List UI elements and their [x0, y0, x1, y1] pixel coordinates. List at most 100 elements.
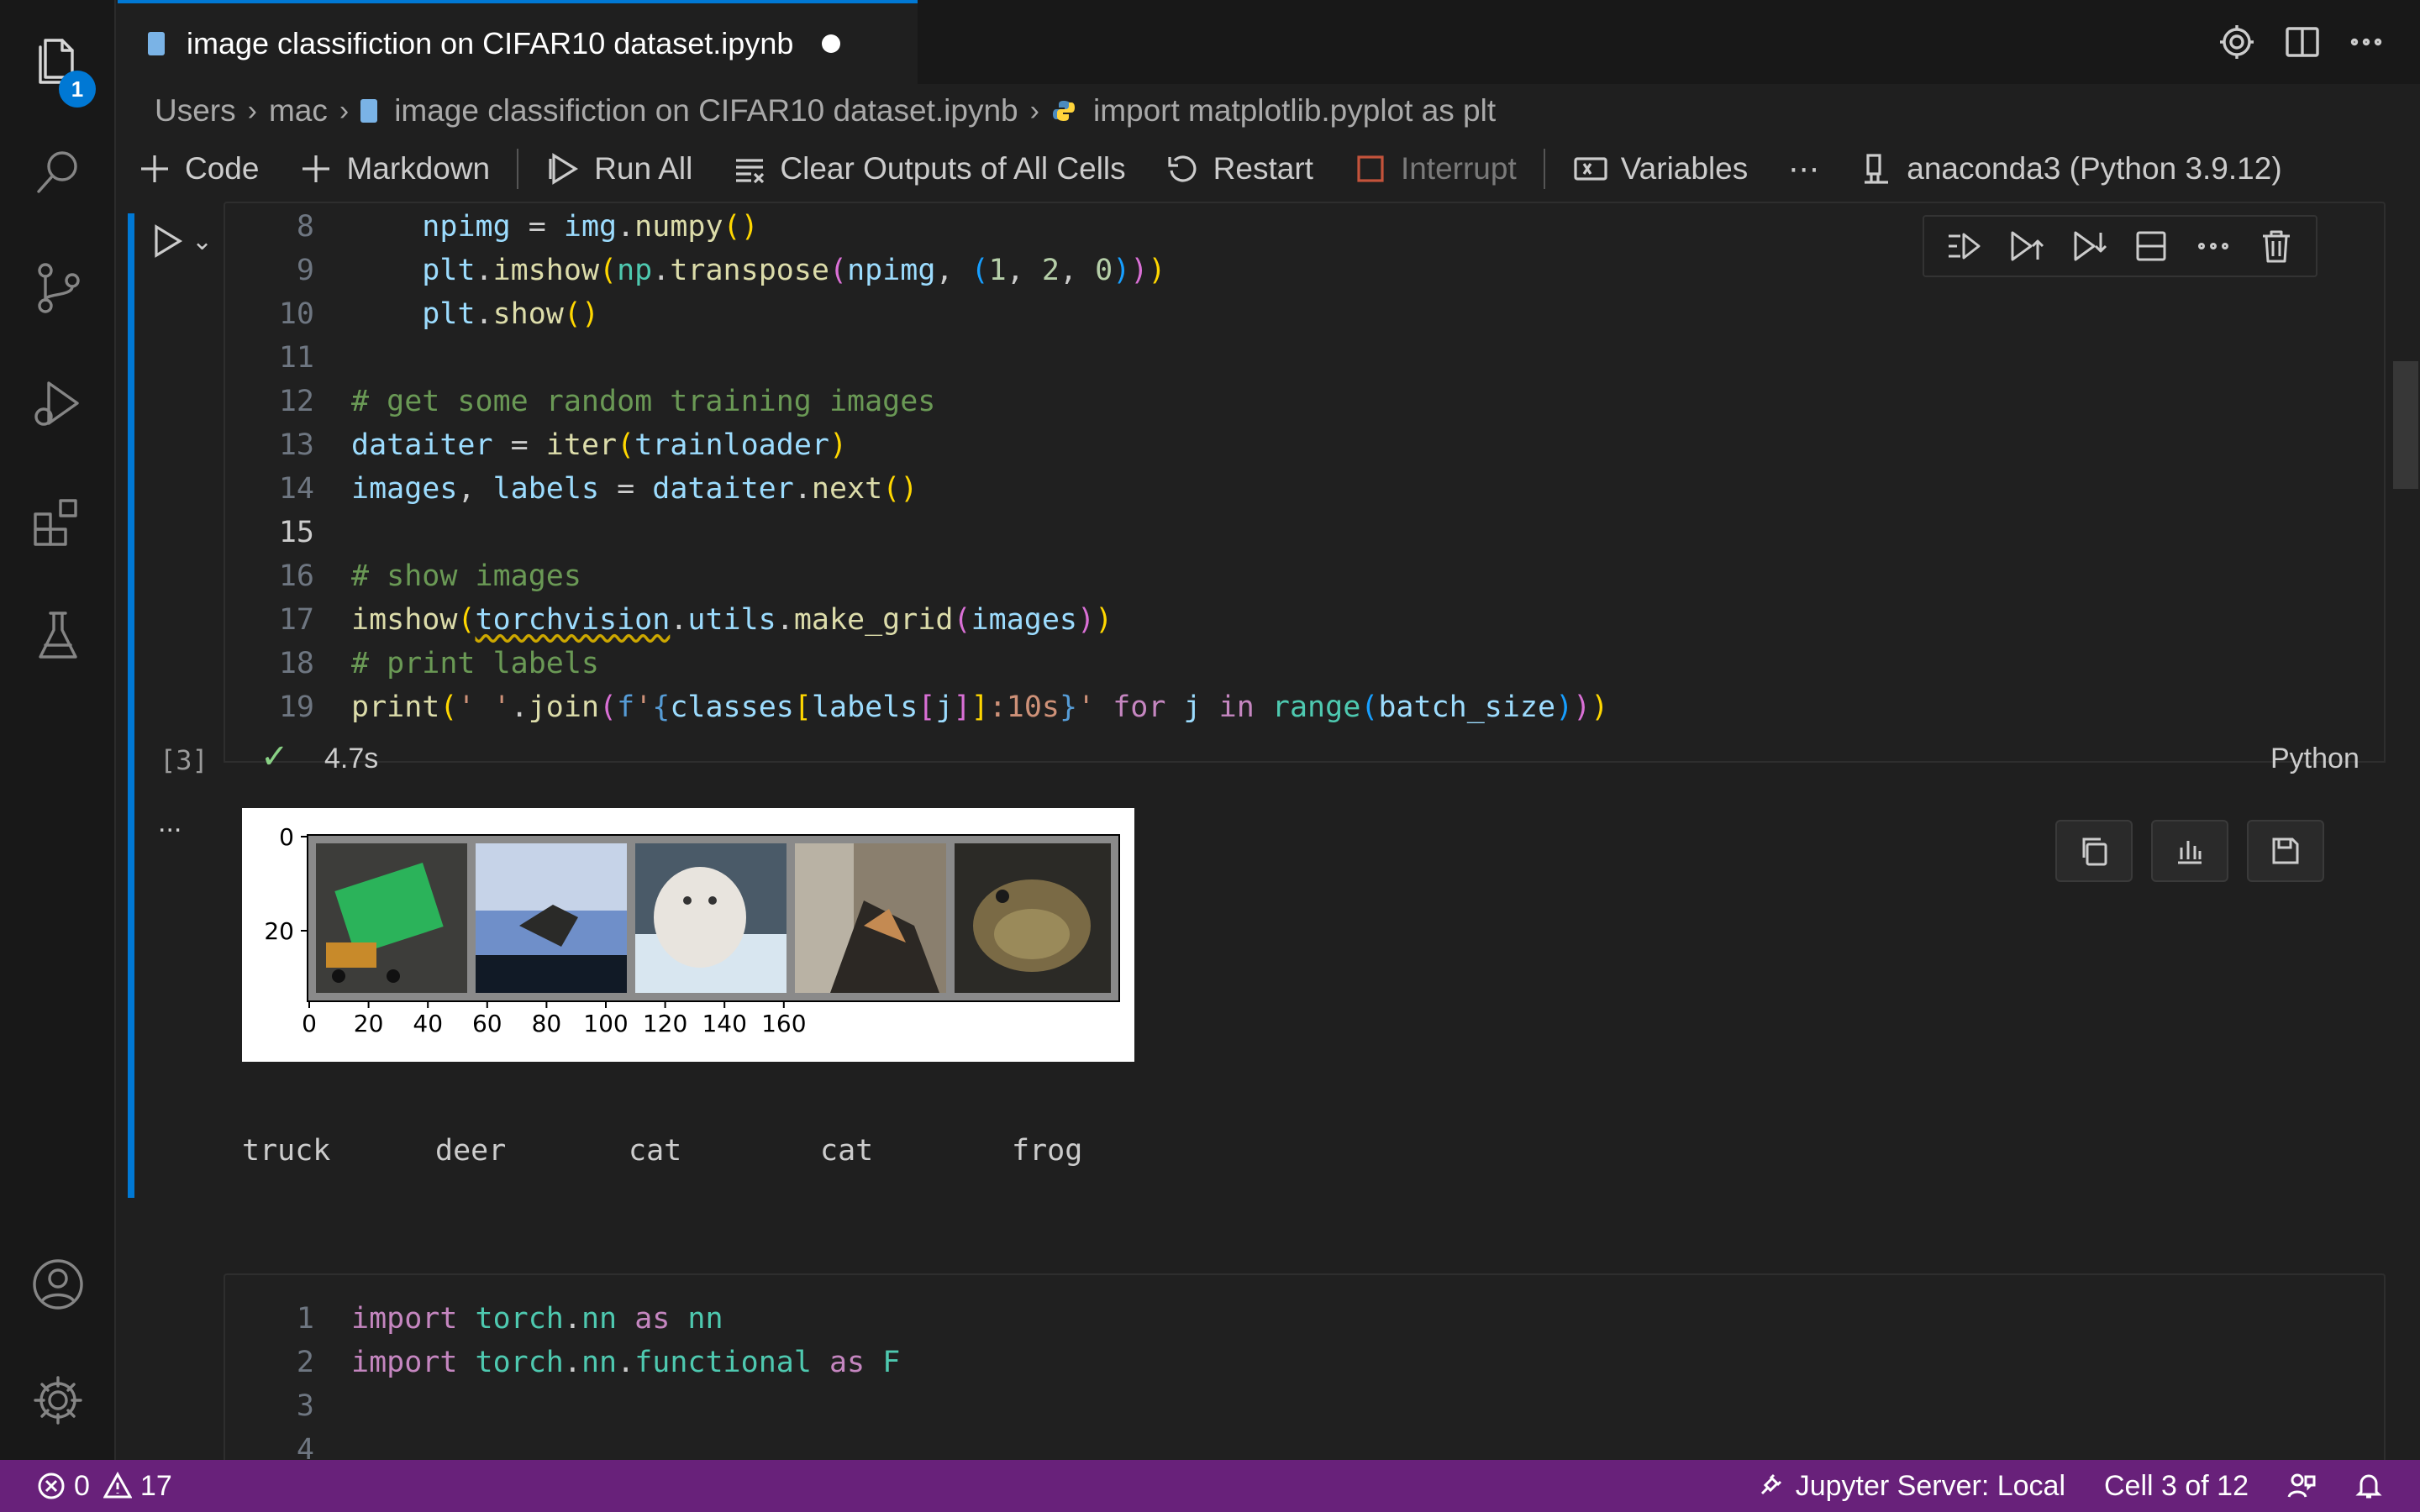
execute-above-button[interactable] — [1942, 224, 1986, 268]
run-all-button[interactable]: Run All — [547, 151, 692, 186]
activity-bar: 1 — [0, 0, 116, 1460]
feedback-button[interactable] — [2287, 1472, 2316, 1500]
chevron-down-icon[interactable]: ⌄ — [192, 227, 213, 256]
run-cell-button[interactable] — [150, 223, 185, 263]
notebook-editor: ⌄ 8 npimg = img.numpy() 9 plt.imshow(np.… — [118, 202, 2386, 1460]
line-number: 18 — [278, 647, 314, 680]
x-tick-label: 40 — [413, 1010, 443, 1037]
testing-flask-icon[interactable] — [0, 590, 116, 682]
python-icon — [1052, 101, 1075, 121]
play-icon — [155, 224, 183, 258]
run-all-icon — [549, 153, 579, 185]
chevron-right-icon: › — [247, 94, 257, 127]
unsaved-dot-icon[interactable] — [822, 34, 841, 53]
jupyter-server-label: Jupyter Server: Local — [1795, 1469, 2065, 1502]
restart-icon — [1168, 155, 1197, 182]
notebook-file-icon — [148, 32, 165, 55]
editor-scrollbar[interactable] — [2393, 361, 2418, 489]
notifications-button[interactable] — [2354, 1472, 2383, 1500]
copy-icon — [2082, 837, 2107, 866]
error-count: 0 — [74, 1469, 90, 1502]
breadcrumb-item-notebook[interactable]: image classifiction on CIFAR10 dataset.i… — [394, 93, 1018, 129]
tab-title: image classifiction on CIFAR10 dataset.i… — [187, 26, 794, 60]
settings-gear-icon[interactable] — [0, 1354, 116, 1446]
run-above-icon — [1949, 233, 1981, 260]
cell-position[interactable]: Cell 3 of 12 — [2104, 1470, 2249, 1503]
run-below-button[interactable] — [2067, 224, 2111, 268]
clear-outputs-button[interactable]: Clear Outputs of All Cells — [733, 151, 1126, 186]
run-all-label: Run All — [594, 151, 693, 186]
line-number: 10 — [278, 297, 314, 331]
tab-bar: image classifiction on CIFAR10 dataset.i… — [118, 0, 2420, 84]
cell-language-label[interactable]: Python — [2270, 743, 2360, 775]
notebook-tab[interactable]: image classifiction on CIFAR10 dataset.i… — [118, 0, 918, 84]
extensions-icon[interactable] — [0, 474, 116, 566]
notebook-file-icon — [360, 99, 378, 123]
line-number: 19 — [278, 690, 314, 724]
image-cat-1 — [635, 843, 786, 993]
chevron-right-icon: › — [339, 94, 350, 127]
add-markdown-label: Markdown — [346, 151, 491, 186]
breadcrumb-item-users[interactable]: Users — [155, 93, 236, 129]
output-label-text: cat — [820, 1134, 874, 1168]
line-number: 12 — [278, 385, 314, 418]
error-icon — [38, 1473, 65, 1499]
output-more-icon[interactable]: ... — [158, 806, 182, 839]
interrupt-label: Interrupt — [1400, 151, 1517, 186]
x-tick-label: 140 — [702, 1010, 746, 1037]
interrupt-button[interactable]: Interrupt — [1354, 151, 1517, 186]
warning-icon — [103, 1472, 132, 1499]
more-cell-actions-button[interactable] — [2191, 224, 2235, 268]
delete-cell-button[interactable] — [2254, 224, 2298, 268]
kernel-picker[interactable]: anaconda3 (Python 3.9.12) — [1860, 151, 2282, 186]
explorer-icon[interactable]: 1 — [0, 12, 116, 108]
source-control-icon[interactable] — [0, 242, 116, 334]
code-cell-editor-lower[interactable]: 16 # show images 17 imshow(torchvision.uti… — [224, 553, 2386, 763]
breadcrumb-item-mac[interactable]: mac — [269, 93, 328, 129]
image-deer — [476, 843, 627, 993]
account-icon[interactable] — [0, 1238, 116, 1331]
line-number: 14 — [278, 472, 314, 506]
x-tick-label: 100 — [583, 1010, 628, 1037]
restart-label: Restart — [1213, 151, 1313, 186]
open-plot-viewer-button[interactable] — [2151, 820, 2228, 882]
add-code-cell-button[interactable]: Code — [138, 151, 259, 186]
y-tick-label: 20 — [264, 917, 294, 945]
kernel-icon — [1865, 154, 1889, 184]
plus-icon — [302, 155, 330, 182]
warning-count: 17 — [139, 1469, 172, 1502]
x-tick-label: 120 — [643, 1010, 687, 1037]
run-above-button[interactable] — [2004, 224, 2048, 268]
split-cell-button[interactable] — [2129, 224, 2173, 268]
add-markdown-cell-button[interactable]: Markdown — [299, 151, 490, 186]
line-number: 13 — [278, 428, 314, 462]
chevron-right-icon: › — [1029, 94, 1039, 127]
variables-button[interactable]: Variables — [1574, 151, 1748, 186]
toolbar-divider — [1543, 149, 1545, 189]
output-label-text: truck — [242, 1134, 331, 1168]
line-number: 17 — [278, 603, 314, 637]
run-below-arrow-icon — [2074, 231, 2107, 261]
cell-focus-indicator — [128, 213, 134, 1198]
search-icon[interactable] — [0, 126, 116, 218]
save-icon — [2272, 837, 2299, 864]
bell-icon — [2355, 1474, 2382, 1499]
execution-time: 4.7s — [324, 743, 379, 774]
line-number: 2 — [296, 1346, 314, 1379]
code-cell-editor[interactable]: 1 import torch.nn as nn 2 import torch.nn.… — [224, 1273, 2386, 1460]
more-actions-icon[interactable] — [2343, 18, 2390, 66]
copy-output-button[interactable] — [2055, 820, 2133, 882]
restart-button[interactable]: Restart — [1166, 151, 1313, 186]
save-output-button[interactable] — [2247, 820, 2324, 882]
breadcrumb: Users › mac › image classifiction on CIF… — [155, 87, 1496, 134]
problems-indicator[interactable]: 0 17 — [37, 1470, 172, 1503]
split-editor-icon[interactable] — [2279, 18, 2326, 66]
execution-count: [3] — [160, 744, 208, 776]
bar-chart-icon — [2178, 841, 2202, 864]
split-cell-icon — [2136, 231, 2166, 261]
breadcrumb-item-symbol[interactable]: import matplotlib.pyplot as plt — [1093, 93, 1496, 129]
more-toolbar-actions-button[interactable]: ⋯ — [1788, 151, 1819, 187]
jupyter-server-status[interactable]: Jupyter Server: Local — [1755, 1470, 2065, 1503]
run-debug-icon[interactable] — [0, 358, 116, 450]
gear-icon[interactable] — [2213, 18, 2260, 66]
